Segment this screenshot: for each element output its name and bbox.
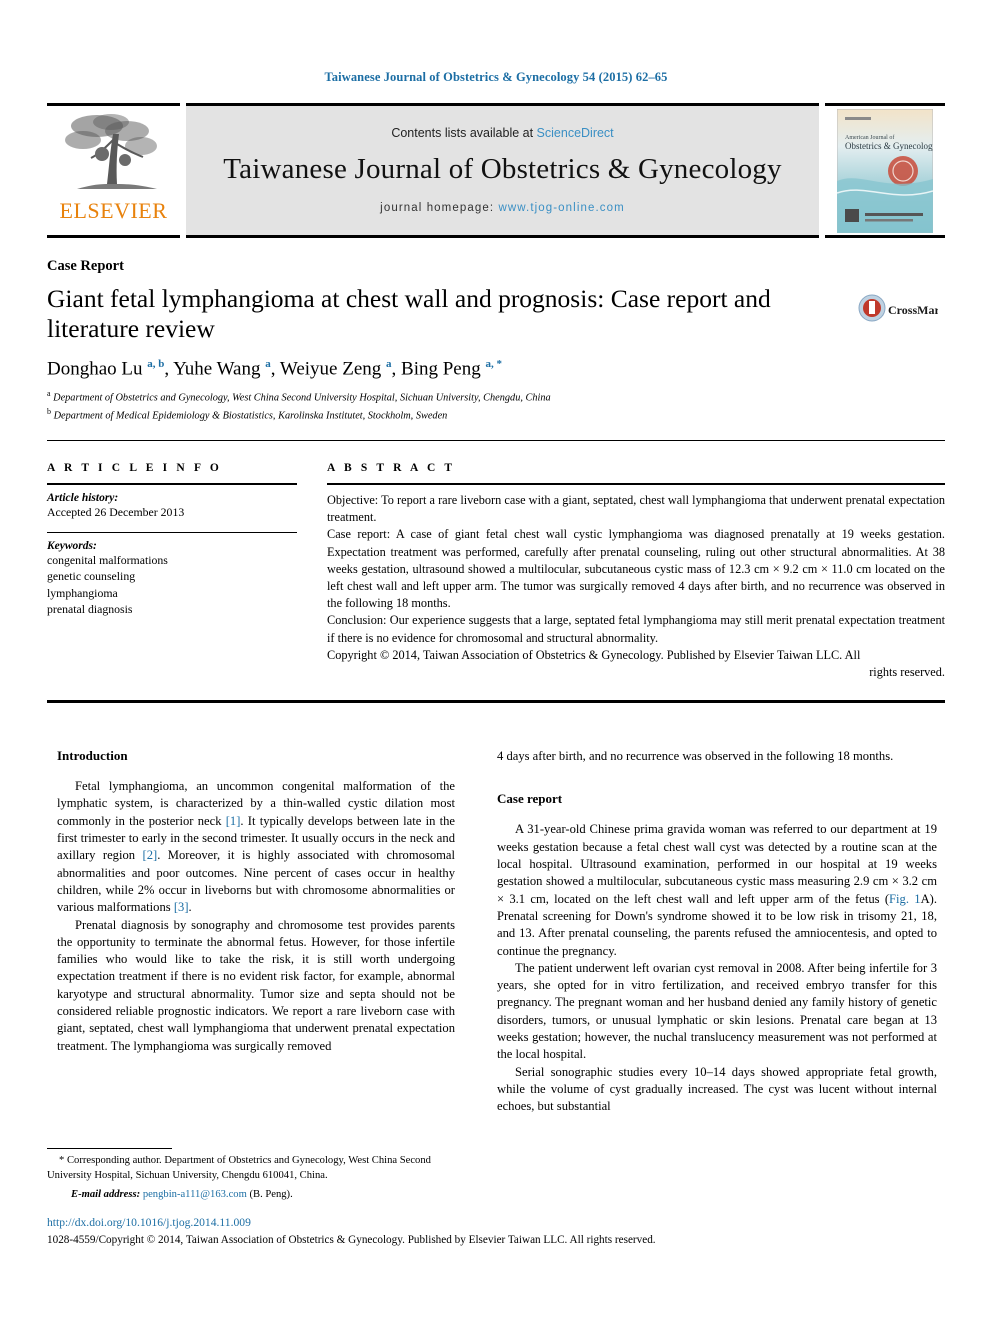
keywords-label: Keywords: bbox=[47, 539, 97, 552]
body-column-left: Introduction Fetal lymphangioma, an unco… bbox=[57, 748, 455, 1055]
article-info-heading: A R T I C L E I N F O bbox=[47, 462, 222, 474]
case-paragraph-1: A 31-year-old Chinese prima gravida woma… bbox=[497, 821, 937, 960]
svg-text:Obstetrics & Gynecology: Obstetrics & Gynecology bbox=[845, 141, 933, 151]
figure-link-1[interactable]: Fig. 1 bbox=[889, 892, 921, 906]
affiliation-b-text: Department of Medical Epidemiology & Bio… bbox=[53, 410, 448, 422]
affiliation-b: b Department of Medical Epidemiology & B… bbox=[47, 407, 448, 422]
case-p1-a: A 31-year-old Chinese prima gravida woma… bbox=[497, 822, 937, 906]
crossmark-icon: CrossMark bbox=[858, 294, 938, 322]
keyword-item: congenital malformations bbox=[47, 552, 168, 567]
keywords-rule bbox=[47, 531, 297, 533]
article-type-label: Case Report bbox=[47, 258, 124, 274]
running-head: Taiwanese Journal of Obstetrics & Gyneco… bbox=[324, 70, 668, 84]
elsevier-logo-box: ELSEVIER bbox=[47, 103, 180, 238]
affiliation-a: a Department of Obstetrics and Gynecolog… bbox=[47, 389, 551, 404]
abstract-body: Objective: To report a rare liveborn cas… bbox=[327, 492, 945, 681]
doi-link[interactable]: http://dx.doi.org/10.1016/j.tjog.2014.11… bbox=[47, 1216, 251, 1229]
journal-cover-box: American Journal of Obstetrics & Gynecol… bbox=[825, 103, 945, 238]
abstract-objective-label: Objective: bbox=[327, 493, 379, 507]
keyword-item: prenatal diagnosis bbox=[47, 602, 133, 617]
affiliation-list: a Department of Obstetrics and Gynecolog… bbox=[47, 388, 867, 424]
svg-text:American Journal of: American Journal of bbox=[845, 134, 894, 141]
elsevier-tree-icon bbox=[64, 114, 157, 189]
body-column-right: 4 days after birth, and no recurrence wa… bbox=[497, 748, 937, 1116]
email-owner: (B. Peng). bbox=[249, 1188, 293, 1200]
elsevier-wordmark: ELSEVIER bbox=[59, 198, 168, 223]
page-title: Giant fetal lymphangioma at chest wall a… bbox=[47, 284, 771, 343]
footnote-text: * Corresponding author. Department of Ob… bbox=[47, 1154, 457, 1184]
sciencedirect-link[interactable]: ScienceDirect bbox=[537, 126, 614, 140]
abstract-column: A B S T R A C T Objective: To report a r… bbox=[327, 462, 945, 681]
case-paragraph-2: The patient underwent left ovarian cyst … bbox=[497, 960, 937, 1062]
journal-cover-thumbnail-icon: American Journal of Obstetrics & Gynecol… bbox=[837, 108, 933, 233]
affiliation-a-text: Department of Obstetrics and Gynecology,… bbox=[53, 392, 551, 404]
abstract-case-text: A case of giant fetal chest wall cystic … bbox=[327, 527, 945, 611]
author-list: Donghao Lu a, b, Yuhe Wang a, Weiyue Zen… bbox=[47, 358, 502, 380]
keyword-item: lymphangioma bbox=[47, 585, 118, 600]
abstract-conclusion-label: Conclusion: bbox=[327, 613, 387, 628]
abstract-conclusion-text: Our experience suggests that a large, se… bbox=[327, 613, 946, 645]
footnote-marker: * bbox=[59, 1155, 65, 1166]
case-paragraph-3: Serial sonographic studies every 10–14 d… bbox=[497, 1064, 937, 1114]
svg-text:CrossMark: CrossMark bbox=[888, 303, 938, 317]
journal-title-box: Contents lists available at ScienceDirec… bbox=[186, 103, 819, 238]
abstract-copyright: Copyright © 2014, Taiwan Association of … bbox=[327, 647, 861, 662]
article-info-column: A R T I C L E I N F O Article history: A… bbox=[47, 462, 297, 618]
citation-link-2[interactable]: [2] bbox=[143, 848, 158, 862]
email-link[interactable]: pengbin-a111@163.com bbox=[143, 1189, 247, 1200]
email-label: E-mail address: bbox=[71, 1188, 141, 1200]
abstract-case-label: Case report: bbox=[327, 527, 391, 542]
corresponding-author-footnote: * Corresponding author. Department of Ob… bbox=[47, 1148, 457, 1202]
crossmark-badge[interactable]: CrossMark bbox=[858, 288, 938, 336]
contents-prefix: Contents lists available at bbox=[391, 126, 537, 140]
footnote-rule bbox=[47, 1148, 172, 1149]
citation-link-3[interactable]: [3] bbox=[174, 900, 189, 914]
article-info-rule bbox=[47, 483, 297, 485]
abstract-copyright-tail: rights reserved. bbox=[869, 665, 945, 680]
intro-p1-d: . bbox=[188, 900, 192, 915]
citation-link-1[interactable]: [1] bbox=[226, 814, 241, 828]
case-report-heading: Case report bbox=[497, 791, 563, 807]
article-history-label: Article history: bbox=[47, 492, 119, 504]
divider-above-info bbox=[47, 440, 945, 441]
journal-header-band: ELSEVIER Contents lists available at Sci… bbox=[47, 103, 945, 238]
footnote-email-line: E-mail address: pengbin-a111@163.com (B.… bbox=[47, 1188, 457, 1203]
homepage-prefix: journal homepage: bbox=[380, 202, 499, 214]
issn-copyright-line: 1028-4559/Copyright © 2014, Taiwan Assoc… bbox=[47, 1234, 656, 1246]
keyword-item: genetic counseling bbox=[47, 569, 136, 584]
intro-paragraph-2: Prenatal diagnosis by sonography and chr… bbox=[57, 917, 455, 1053]
abstract-heading: A B S T R A C T bbox=[327, 462, 456, 474]
contents-available-line: Contents lists available at ScienceDirec… bbox=[391, 126, 613, 140]
abstract-rule bbox=[327, 483, 945, 485]
intro-paragraph-2-continued: 4 days after birth, and no recurrence wa… bbox=[497, 749, 894, 763]
journal-homepage-line: journal homepage: www.tjog-online.com bbox=[380, 202, 625, 214]
article-page: Taiwanese Journal of Obstetrics & Gyneco… bbox=[0, 0, 992, 1323]
footnote-body: Corresponding author. Department of Obst… bbox=[47, 1155, 431, 1181]
introduction-heading: Introduction bbox=[57, 748, 128, 763]
journal-title: Taiwanese Journal of Obstetrics & Gyneco… bbox=[223, 153, 782, 185]
intro-paragraph-1: Fetal lymphangioma, an uncommon congenit… bbox=[57, 778, 455, 917]
abstract-objective-text: To report a rare liveborn case with a gi… bbox=[327, 493, 946, 525]
homepage-url-link[interactable]: www.tjog-online.com bbox=[498, 202, 624, 214]
article-history-value: Accepted 26 December 2013 bbox=[47, 505, 185, 519]
divider-below-abstract bbox=[47, 700, 945, 703]
